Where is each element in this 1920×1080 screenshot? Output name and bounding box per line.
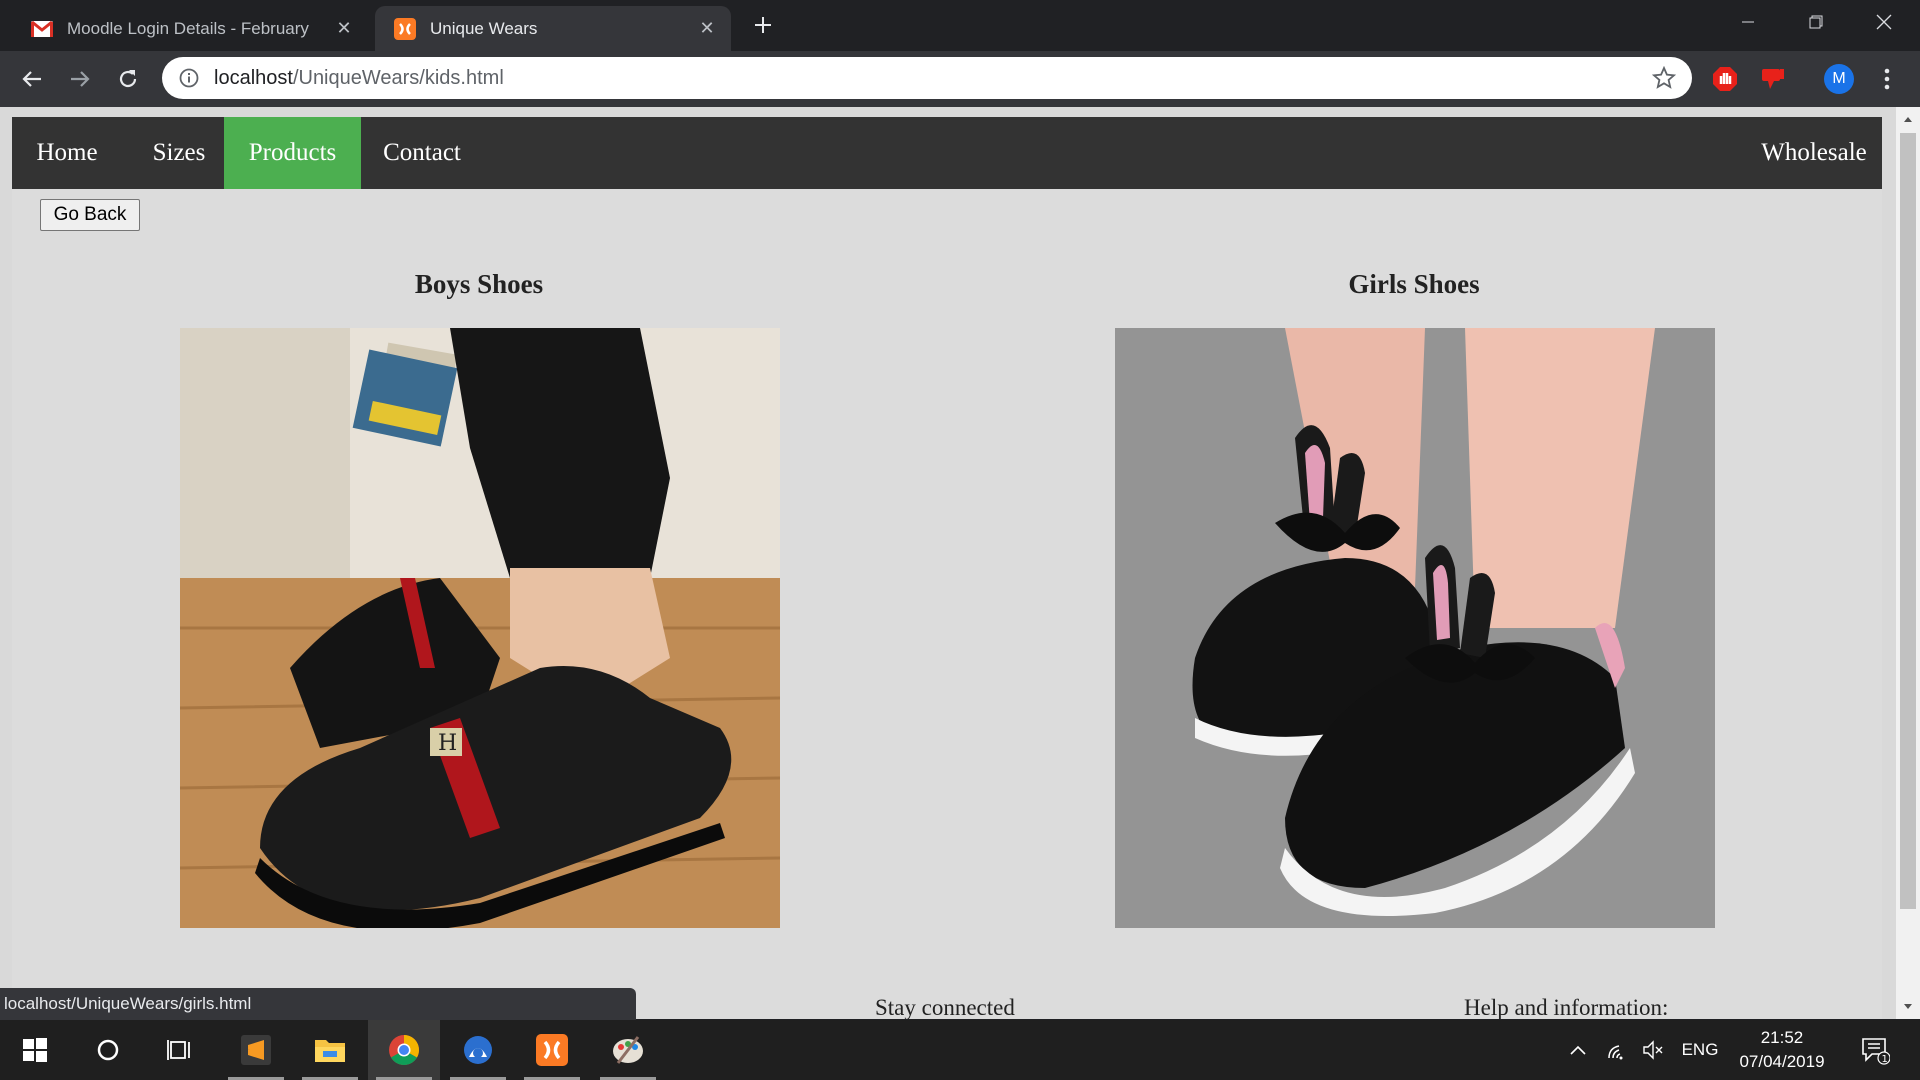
- nav-products[interactable]: Products: [224, 117, 361, 189]
- profile-avatar[interactable]: M: [1824, 64, 1854, 94]
- clock-time: 21:52: [1760, 1028, 1804, 1047]
- chevron-up-icon[interactable]: [1560, 1020, 1596, 1080]
- black-loafer-photo[interactable]: H: [180, 328, 780, 928]
- bookmark-star-icon[interactable]: [1651, 65, 1677, 90]
- adblock-extension-icon[interactable]: [1710, 64, 1740, 94]
- windows-start-icon[interactable]: [0, 1020, 70, 1080]
- gmail-icon: [31, 18, 53, 40]
- page-scrollbar[interactable]: [1896, 107, 1920, 1019]
- forward-arrow-icon[interactable]: [62, 61, 98, 97]
- wifi-icon[interactable]: [1600, 1020, 1636, 1080]
- svg-text:H: H: [438, 731, 457, 756]
- xampp-icon: [394, 17, 416, 40]
- url-path: /UniqueWears/kids.html: [292, 66, 504, 89]
- new-tab-icon[interactable]: [748, 10, 778, 40]
- scroll-down-arrow-icon[interactable]: [1896, 995, 1920, 1019]
- nav-sizes[interactable]: Sizes: [122, 117, 236, 189]
- close-window-icon[interactable]: [1850, 0, 1918, 44]
- action-center-icon[interactable]: 1: [1850, 1020, 1900, 1080]
- nav-wholesale[interactable]: Wholesale: [1746, 117, 1882, 189]
- file-explorer-icon[interactable]: [294, 1020, 366, 1080]
- chrome-icon[interactable]: [368, 1020, 440, 1080]
- minimize-icon[interactable]: [1714, 0, 1782, 44]
- page-viewport: Home Sizes Products Contact Wholesale Go…: [0, 107, 1920, 1019]
- browser-tab-bar: Moodle Login Details - February ✕ Unique…: [0, 0, 1920, 51]
- clock[interactable]: 21:52 07/04/2019: [1730, 1020, 1834, 1080]
- tab-title: Unique Wears: [430, 18, 538, 38]
- xampp-taskbar-icon[interactable]: [516, 1020, 588, 1080]
- language-indicator[interactable]: ENG: [1674, 1020, 1726, 1080]
- close-tab-icon[interactable]: ✕: [697, 18, 717, 39]
- address-bar[interactable]: localhost/UniqueWears/kids.html: [162, 57, 1692, 99]
- volume-muted-icon[interactable]: [1636, 1020, 1672, 1080]
- go-back-button[interactable]: Go Back: [40, 199, 140, 231]
- clock-date: 07/04/2019: [1739, 1052, 1825, 1071]
- more-menu-icon[interactable]: [1872, 64, 1902, 94]
- back-arrow-icon[interactable]: [14, 61, 50, 97]
- reload-icon[interactable]: [110, 61, 146, 97]
- scroll-thumb[interactable]: [1900, 133, 1916, 909]
- footer-stay-connected: Stay connected: [875, 995, 1015, 1019]
- url-text[interactable]: localhost/UniqueWears/kids.html: [214, 67, 504, 90]
- browser-toolbar: localhost/UniqueWears/kids.html M: [0, 51, 1920, 107]
- tab-unique-wears[interactable]: Unique Wears ✕: [375, 6, 731, 51]
- windows-taskbar: ENG 21:52 07/04/2019 1: [0, 1020, 1920, 1080]
- page-content: Home Sizes Products Contact Wholesale Go…: [12, 117, 1882, 1019]
- nav-home[interactable]: Home: [12, 117, 122, 189]
- girls-shoes-heading: Girls Shoes: [1348, 269, 1480, 299]
- cortana-search-icon[interactable]: [72, 1020, 144, 1080]
- paint-icon[interactable]: [592, 1020, 664, 1080]
- notification-count: 1: [1882, 1054, 1888, 1065]
- task-view-icon[interactable]: [144, 1020, 216, 1080]
- close-tab-icon[interactable]: ✕: [334, 18, 354, 39]
- link-status-bubble: localhost/UniqueWears/girls.html: [0, 988, 636, 1020]
- footer-help-information: Help and information:: [1464, 995, 1669, 1019]
- sublime-text-icon[interactable]: [220, 1020, 292, 1080]
- tab-moodle[interactable]: Moodle Login Details - February ✕: [12, 6, 368, 51]
- restore-icon[interactable]: [1782, 0, 1850, 44]
- blue-circle-app-icon[interactable]: [442, 1020, 514, 1080]
- bunny-ear-sneaker-photo[interactable]: [1115, 328, 1715, 928]
- url-host: localhost: [214, 66, 293, 89]
- dislike-extension-icon[interactable]: [1758, 64, 1788, 94]
- scroll-up-arrow-icon[interactable]: [1896, 107, 1920, 131]
- boys-shoes-heading: Boys Shoes: [414, 269, 544, 299]
- tab-title: Moodle Login Details - February: [67, 18, 309, 38]
- info-icon[interactable]: [178, 67, 200, 89]
- nav-contact[interactable]: Contact: [361, 117, 483, 189]
- site-navbar: Home Sizes Products Contact Wholesale: [12, 117, 1882, 189]
